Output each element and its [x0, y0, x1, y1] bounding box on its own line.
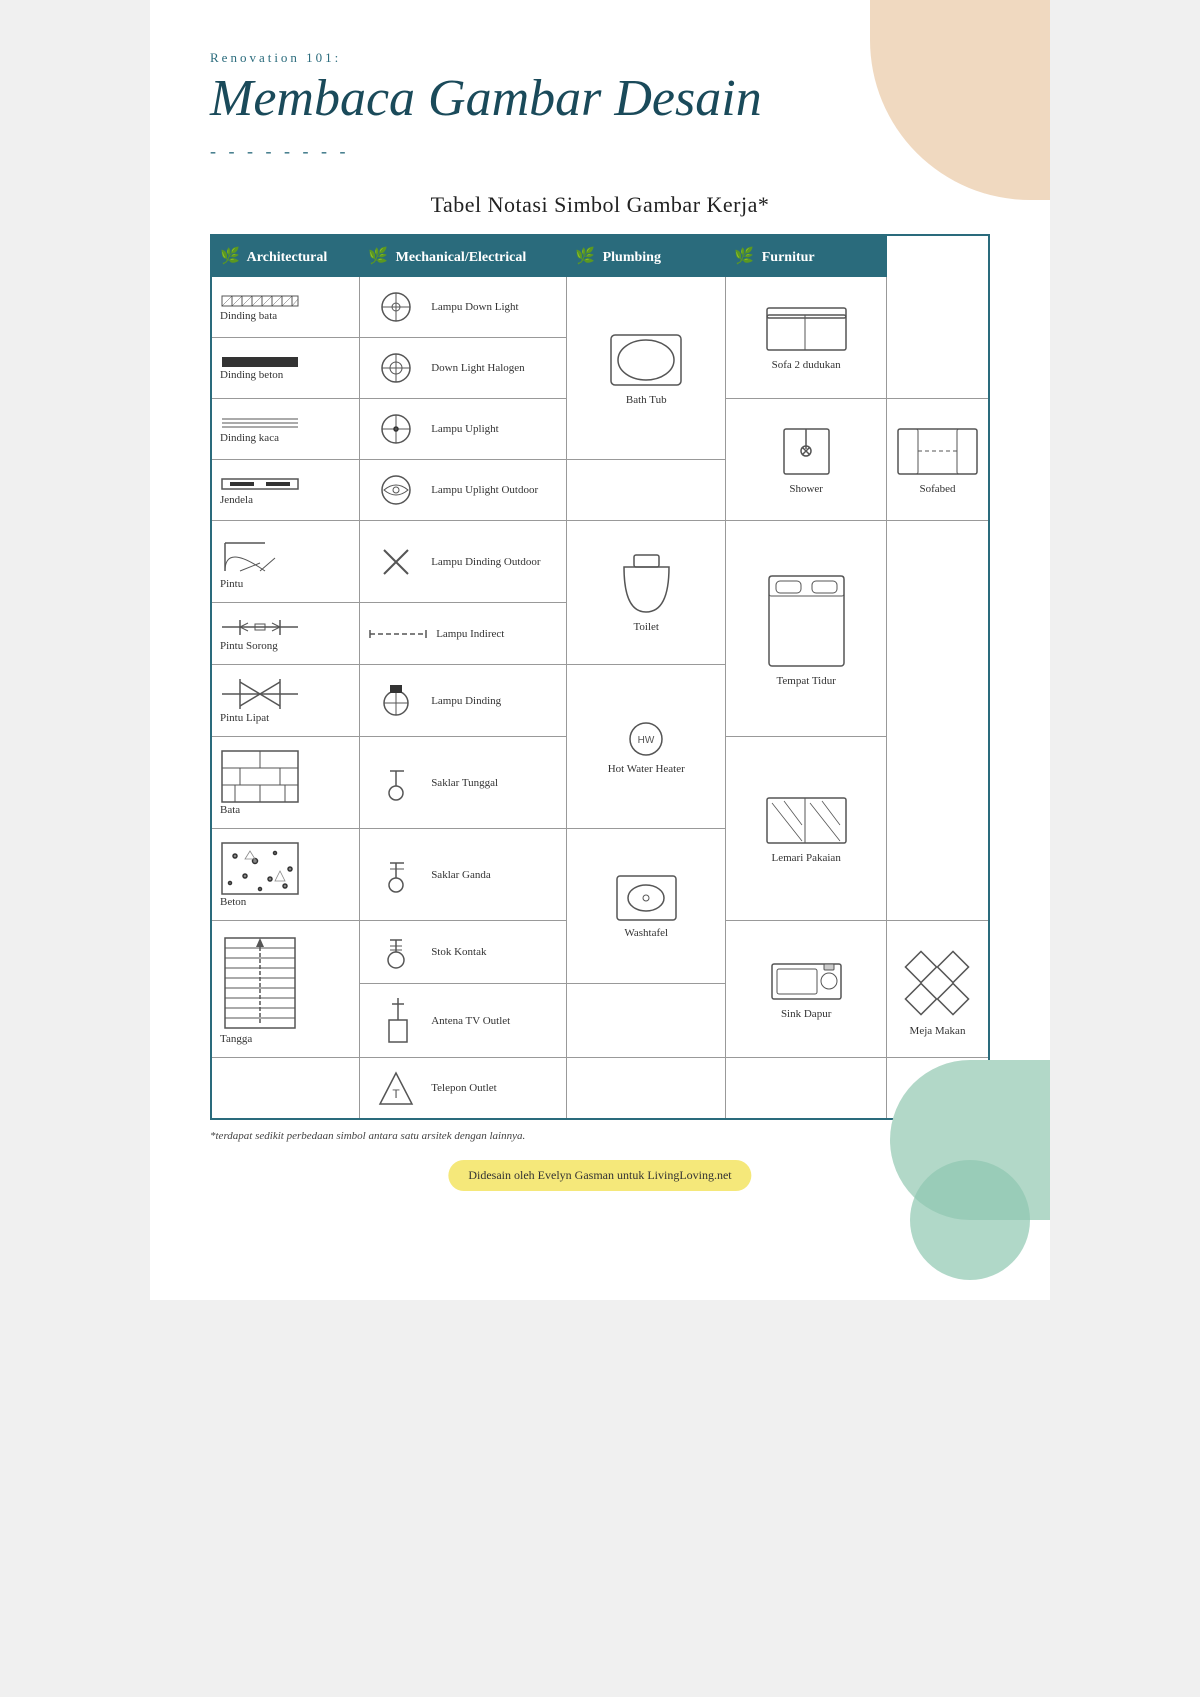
- mech-saklar-ganda: Saklar Ganda: [360, 829, 567, 921]
- footer-credit: Didesain oleh Evelyn Gasman untuk Living…: [448, 1160, 751, 1191]
- arch-dinding-beton: Dinding beton: [211, 338, 360, 399]
- col-header-plumbing: 🌿 Plumbing: [567, 235, 726, 277]
- arch-beton: Beton: [211, 829, 360, 921]
- section-title: Tabel Notasi Simbol Gambar Kerja*: [210, 192, 990, 218]
- arch-pintu: Pintu: [211, 521, 360, 603]
- col-header-furnitur: 🌿 Furnitur: [726, 235, 887, 277]
- symbol-table: 🌿 Architectural 🌿 Mechanical/Electrical …: [210, 234, 990, 1120]
- col-header-mechanical: 🌿 Mechanical/Electrical: [360, 235, 567, 277]
- tempat-tidur-icon: [764, 571, 849, 671]
- pintu-lipat-icon: [220, 677, 300, 712]
- lampu-dinding-icon: [376, 681, 416, 721]
- washtafel-icon: [614, 873, 679, 923]
- arch-bata: Bata: [211, 737, 360, 829]
- lampu-downlight-icon: [376, 287, 416, 327]
- plumb-empty: [567, 1058, 726, 1120]
- telepon-outlet-icon: T: [376, 1068, 416, 1108]
- arch-empty: [211, 1058, 360, 1120]
- toilet-icon: [619, 552, 674, 617]
- plumb-toilet: Toilet: [567, 521, 726, 665]
- lampu-uplight-icon: [376, 409, 416, 449]
- antena-tv-icon: [376, 996, 416, 1046]
- mech-lampu-uplight-outdoor: Lampu Uplight Outdoor: [360, 460, 567, 521]
- saklar-ganda-icon: [376, 855, 416, 895]
- mech-saklar-tunggal: Saklar Tunggal: [360, 737, 567, 829]
- mech-lampu-downlight: Lampu Down Light: [360, 277, 567, 338]
- main-title: Membaca Gambar Desain: [210, 70, 990, 127]
- col-header-architectural: 🌿 Architectural: [211, 235, 360, 277]
- stok-kontak-icon: [376, 932, 416, 972]
- plumb-washtafel: Washtafel: [567, 829, 726, 984]
- mech-lampu-indirect: Lampu Indirect: [360, 603, 567, 665]
- mech-lampu-uplight: Lampu Uplight: [360, 399, 567, 460]
- sofa2-icon: [764, 305, 849, 355]
- table-row: Pintu Lampu Dinding Outdoor: [211, 521, 989, 603]
- furn-meja-makan: Meja Makan: [887, 921, 990, 1058]
- svg-text:HW: HW: [637, 735, 654, 746]
- furn-empty: [726, 1058, 887, 1120]
- mech-lampu-dinding-outdoor: Lampu Dinding Outdoor: [360, 521, 567, 603]
- dinding-beton-icon: [220, 355, 300, 369]
- page: Renovation 101: Membaca Gambar Desain - …: [150, 0, 1050, 1300]
- arch-pintu-sorong: Pintu Sorong: [211, 603, 360, 665]
- blob-top-right: [870, 0, 1050, 200]
- mech-lampu-dinding: Lampu Dinding: [360, 665, 567, 737]
- bata-icon: [220, 749, 300, 804]
- shower-icon: [779, 424, 834, 479]
- arch-tangga: Tangga: [211, 921, 360, 1058]
- furn-tempat-tidur: Tempat Tidur: [726, 521, 887, 737]
- dinding-kaca-icon: [220, 414, 300, 432]
- downlight-halogen-icon: [376, 348, 416, 388]
- lemari-pakaian-icon: [764, 793, 849, 848]
- dots: - - - - - - - -: [210, 141, 990, 162]
- footer-note: *terdapat sedikit perbedaan simbol antar…: [210, 1130, 990, 1142]
- table-row: T Telepon Outlet: [211, 1058, 989, 1120]
- hwh-icon: HW: [619, 719, 674, 759]
- pintu-sorong-icon: [220, 615, 300, 640]
- sofabed-icon: [895, 424, 980, 479]
- mech-telepon-outlet: T Telepon Outlet: [360, 1058, 567, 1120]
- mech-antena-tv: Antena TV Outlet: [360, 984, 567, 1058]
- mech-stok-kontak: Stok Kontak: [360, 921, 567, 984]
- blob-bottom-right-circle: [910, 1160, 1030, 1280]
- pintu-icon: [220, 533, 290, 578]
- lampu-dinding-outdoor-icon: [376, 542, 416, 582]
- arch-pintu-lipat: Pintu Lipat: [211, 665, 360, 737]
- arch-jendela: Jendela: [211, 460, 360, 521]
- lampu-uplight-outdoor-icon: [376, 470, 416, 510]
- lampu-indirect-icon: [368, 626, 428, 642]
- sink-dapur-icon: [769, 959, 844, 1004]
- dinding-bata-icon: [220, 292, 300, 310]
- plumb-sink-dapur: Sink Dapur: [726, 921, 887, 1058]
- bathtub-icon: [606, 330, 686, 390]
- mech-downlight-halogen: Down Light Halogen: [360, 338, 567, 399]
- furn-lemari-pakaian: Lemari Pakaian: [726, 737, 887, 921]
- saklar-tunggal-icon: [376, 763, 416, 803]
- meja-makan-icon: [895, 941, 980, 1021]
- table-row: Dinding bata: [211, 277, 989, 338]
- furn-sofa2: Sofa 2 dudukan: [726, 277, 887, 399]
- plumb-hot-water-heater: HW Hot Water Heater: [567, 665, 726, 829]
- beton-icon: [220, 841, 300, 896]
- tangga-icon: [220, 933, 300, 1033]
- plumb-bathtub: Bath Tub: [567, 277, 726, 460]
- svg-text:T: T: [392, 1087, 400, 1101]
- jendela-icon: [220, 474, 300, 494]
- arch-dinding-kaca: Dinding kaca: [211, 399, 360, 460]
- furn-sofabed: Sofabed: [887, 399, 990, 521]
- plumb-shower: Shower: [726, 399, 887, 521]
- arch-dinding-bata: Dinding bata: [211, 277, 360, 338]
